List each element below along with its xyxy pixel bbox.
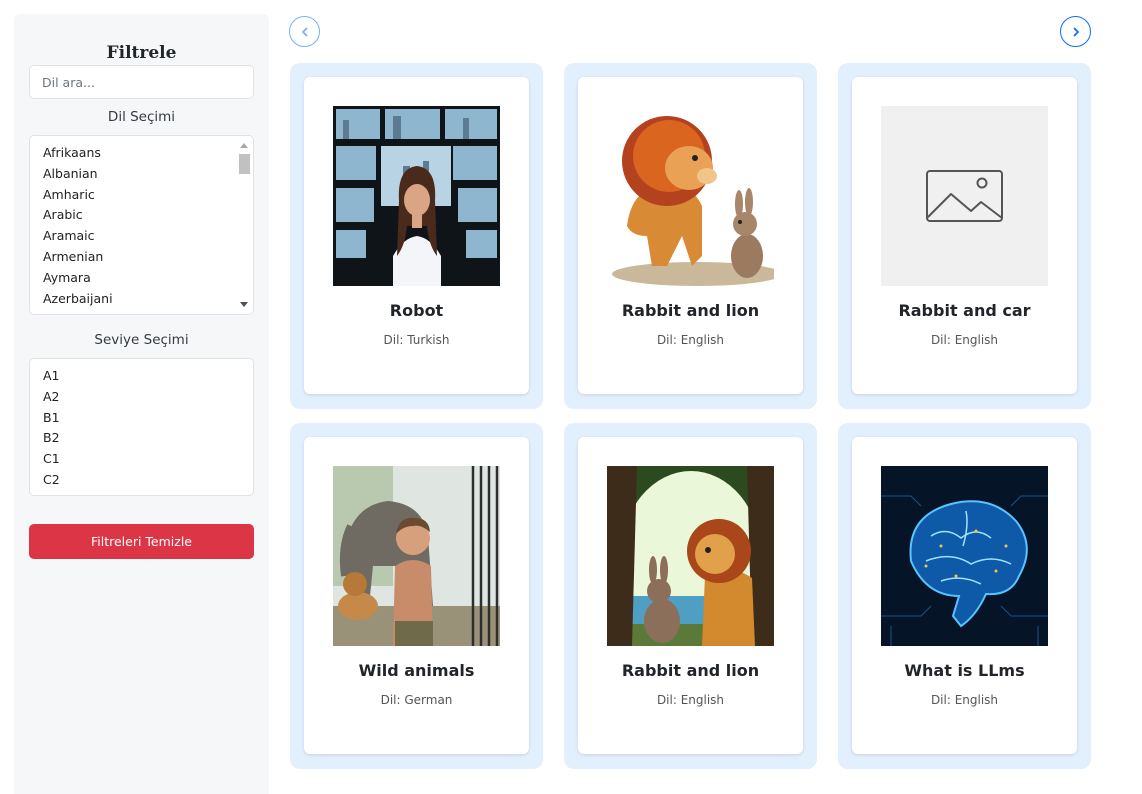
story-title: Wild animals xyxy=(358,661,475,680)
story-title: Robot xyxy=(389,301,444,320)
story-language: Dil: Turkish xyxy=(383,333,450,347)
story-image-girl-city xyxy=(333,106,500,286)
chevron-right-icon xyxy=(1073,27,1079,36)
level-option[interactable]: C2 xyxy=(43,470,253,491)
language-option[interactable]: Afrikaans xyxy=(43,143,253,164)
language-list-scrollbar[interactable] xyxy=(237,137,252,313)
next-page-button[interactable] xyxy=(1060,16,1091,47)
story-card[interactable]: Rabbit and lion Dil: English xyxy=(564,63,817,409)
story-card[interactable]: Robot Dil: Turkish xyxy=(290,63,543,409)
level-selection-label: Seviye Seçimi xyxy=(94,332,189,348)
story-card-body[interactable]: Rabbit and lion Dil: English xyxy=(578,77,803,394)
story-title: Rabbit and car xyxy=(898,301,1031,320)
scroll-down-arrow-icon[interactable] xyxy=(240,302,248,307)
story-card-body[interactable]: Rabbit and car Dil: English xyxy=(852,77,1077,394)
language-selection-label: Dil Seçimi xyxy=(107,109,176,125)
language-option[interactable]: Arabic xyxy=(43,205,253,226)
story-card-body[interactable]: Wild animals Dil: German xyxy=(304,437,529,754)
filter-sidebar: Filtrele Dil Seçimi Afrikaans Albanian A… xyxy=(14,14,269,794)
language-option[interactable]: Armenian xyxy=(43,247,253,268)
level-option[interactable]: A1 xyxy=(43,366,253,387)
story-language: Dil: English xyxy=(656,333,725,347)
story-card[interactable]: Wild animals Dil: German xyxy=(290,423,543,769)
story-card-body[interactable]: Rabbit and lion Dil: English xyxy=(578,437,803,754)
story-title: Rabbit and lion xyxy=(621,661,760,680)
image-placeholder xyxy=(881,106,1048,286)
story-card[interactable]: What is LLms Dil: English xyxy=(838,423,1091,769)
story-card[interactable]: Rabbit and car Dil: English xyxy=(838,63,1091,409)
story-card[interactable]: Rabbit and lion Dil: English xyxy=(564,423,817,769)
language-listbox[interactable]: Afrikaans Albanian Amharic Arabic Aramai… xyxy=(29,135,254,315)
level-option[interactable]: B1 xyxy=(43,408,253,429)
filter-title: Filtrele xyxy=(106,43,177,63)
level-option[interactable]: C1 xyxy=(43,449,253,470)
language-search-input[interactable] xyxy=(29,65,254,99)
level-listbox[interactable]: A1 A2 B1 B2 C1 C2 xyxy=(29,358,254,496)
story-language: Dil: English xyxy=(930,333,999,347)
language-option[interactable]: Albanian xyxy=(43,164,253,185)
story-image-glowing-brain xyxy=(881,466,1048,646)
level-option[interactable]: B2 xyxy=(43,428,253,449)
language-option[interactable]: Amharic xyxy=(43,185,253,206)
language-option[interactable]: Azerbaijani xyxy=(43,289,253,310)
story-title: Rabbit and lion xyxy=(621,301,760,320)
language-option[interactable]: Aymara xyxy=(43,268,253,289)
story-image-lion-rabbit-forest xyxy=(607,466,774,646)
level-option[interactable]: A2 xyxy=(43,387,253,408)
story-card-body[interactable]: What is LLms Dil: English xyxy=(852,437,1077,754)
story-language: Dil: English xyxy=(656,693,725,707)
story-image-lion-rabbit xyxy=(607,106,774,286)
scroll-up-arrow-icon[interactable] xyxy=(240,143,248,148)
story-card-body[interactable]: Robot Dil: Turkish xyxy=(304,77,529,394)
previous-page-button[interactable] xyxy=(289,16,320,47)
story-image-boy-animals xyxy=(333,466,500,646)
chevron-left-icon xyxy=(301,27,307,36)
story-language: Dil: English xyxy=(930,693,999,707)
language-option[interactable]: Aramaic xyxy=(43,226,253,247)
clear-filters-button[interactable]: Filtreleri Temizle xyxy=(29,524,254,559)
story-language: Dil: German xyxy=(380,693,453,707)
scroll-thumb[interactable] xyxy=(239,154,250,174)
story-title: What is LLms xyxy=(904,661,1025,680)
